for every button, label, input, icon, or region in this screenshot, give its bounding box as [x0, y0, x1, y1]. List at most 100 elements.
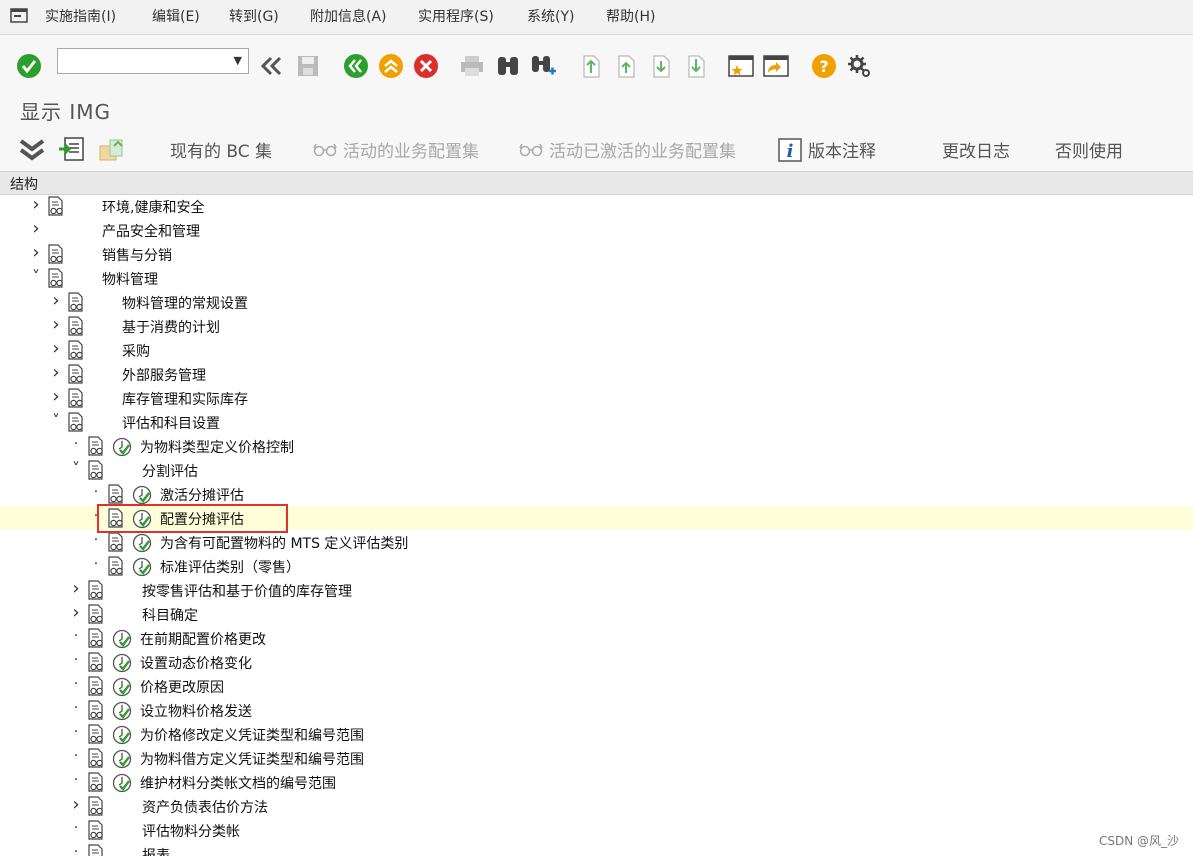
tree-node-label[interactable]: 评估和科目设置 — [122, 413, 220, 433]
documentation-icon[interactable] — [86, 604, 106, 624]
tree-node-label[interactable]: 设置动态价格变化 — [140, 653, 252, 673]
documentation-icon[interactable] — [66, 292, 86, 312]
menu-item-goto[interactable]: 转到(G) — [229, 6, 279, 26]
help-icon[interactable]: ? — [810, 52, 838, 80]
documentation-icon[interactable] — [66, 364, 86, 384]
documentation-icon[interactable] — [46, 196, 66, 216]
change-log-button[interactable]: 更改日志 — [942, 137, 1010, 162]
tree-node-label[interactable]: 价格更改原因 — [140, 677, 224, 697]
tree-row[interactable]: · 为含有可配置物料的 MTS 定义评估类别 — [0, 530, 1193, 554]
chevron-down-icon[interactable]: ˅ — [50, 411, 62, 430]
tree-node-label[interactable]: 为含有可配置物料的 MTS 定义评估类别 — [160, 533, 408, 553]
chevron-right-icon[interactable]: › — [70, 578, 82, 599]
tree-node-label[interactable]: 基于消费的计划 — [122, 317, 220, 337]
find-icon[interactable] — [494, 52, 522, 80]
activated-bc-sets-button[interactable]: 活动已激活的业务配置集 — [519, 137, 736, 162]
tree-row[interactable]: · 报表 — [0, 842, 1193, 856]
menu-item-implementation-guide[interactable]: 实施指南(I) — [45, 6, 116, 26]
exit-icon[interactable] — [377, 52, 405, 80]
tree-node-label[interactable]: 环境,健康和安全 — [102, 197, 204, 217]
documentation-icon[interactable] — [86, 796, 106, 816]
check-icon[interactable] — [15, 52, 43, 80]
menu-item-extras[interactable]: 附加信息(A) — [310, 6, 387, 26]
chevron-right-icon[interactable]: › — [50, 362, 62, 383]
tree-node-label[interactable]: 分割评估 — [142, 461, 198, 481]
expand-all-icon[interactable] — [18, 137, 46, 163]
chevron-right-icon[interactable]: › — [50, 290, 62, 311]
tree-node-label[interactable]: 在前期配置价格更改 — [140, 629, 266, 649]
chevron-right-icon[interactable]: › — [30, 242, 42, 263]
tree-row[interactable]: · 价格更改原因 — [0, 674, 1193, 698]
documentation-icon[interactable] — [86, 844, 106, 856]
tree-node-label[interactable]: 物料管理的常规设置 — [122, 293, 248, 313]
existing-bc-sets-button[interactable]: 现有的 BC 集 — [170, 137, 272, 162]
documentation-icon[interactable] — [86, 436, 106, 456]
app-menu-icon[interactable] — [10, 8, 30, 24]
transport-icon[interactable] — [98, 136, 126, 162]
tree-row[interactable]: ˅ 评估和科目设置 — [0, 410, 1193, 434]
tree-row[interactable]: · 激活分摊评估 — [0, 482, 1193, 506]
tree-node-label[interactable]: 为价格修改定义凭证类型和编号范围 — [140, 725, 364, 745]
tree-node-label[interactable]: 设立物料价格发送 — [140, 701, 252, 721]
last-page-icon[interactable] — [682, 52, 710, 80]
release-notes-button[interactable]: i 版本注释 — [778, 137, 876, 162]
tree-row[interactable]: › 资产负债表估价方法 — [0, 794, 1193, 818]
execute-activity-icon[interactable] — [112, 653, 132, 673]
documentation-icon[interactable] — [86, 676, 106, 696]
active-bc-sets-button[interactable]: 活动的业务配置集 — [313, 137, 479, 162]
menu-item-system[interactable]: 系统(Y) — [527, 6, 574, 26]
tree-node-label[interactable]: 激活分摊评估 — [160, 485, 244, 505]
tree-node-label[interactable]: 产品安全和管理 — [102, 221, 200, 241]
documentation-icon[interactable] — [46, 268, 66, 288]
save-icon[interactable] — [294, 52, 322, 80]
documentation-icon[interactable] — [106, 556, 126, 576]
chevron-down-icon[interactable]: ▼ — [234, 54, 242, 67]
tree-row[interactable]: · 维护材料分类帐文档的编号范围 — [0, 770, 1193, 794]
chevron-down-icon[interactable]: ˅ — [70, 459, 82, 478]
documentation-icon[interactable] — [86, 652, 106, 672]
tree-row[interactable]: · 设立物料价格发送 — [0, 698, 1193, 722]
documentation-icon[interactable] — [106, 532, 126, 552]
execute-activity-icon[interactable] — [112, 629, 132, 649]
tree-row[interactable]: › 科目确定 — [0, 602, 1193, 626]
chevron-right-icon[interactable]: › — [50, 314, 62, 335]
documentation-icon[interactable] — [86, 628, 106, 648]
tree-node-label[interactable]: 库存管理和实际库存 — [122, 389, 248, 409]
tree-row[interactable]: ˅ 物料管理 — [0, 266, 1193, 290]
documentation-icon[interactable] — [86, 820, 106, 840]
tree-node-label[interactable]: 销售与分销 — [102, 245, 172, 265]
back-icon[interactable] — [342, 52, 370, 80]
documentation-icon[interactable] — [86, 748, 106, 768]
tree-row[interactable]: › 销售与分销 — [0, 242, 1193, 266]
documentation-icon[interactable] — [86, 460, 106, 480]
find-next-icon[interactable] — [529, 52, 557, 80]
tree-row[interactable]: › 基于消费的计划 — [0, 314, 1193, 338]
execute-activity-icon[interactable] — [112, 749, 132, 769]
new-session-icon[interactable] — [727, 52, 755, 80]
tree-node-label[interactable]: 维护材料分类帐文档的编号范围 — [140, 773, 336, 793]
chevron-down-icon[interactable]: ˅ — [30, 267, 42, 286]
execute-activity-icon[interactable] — [132, 557, 152, 577]
tree-node-label[interactable]: 物料管理 — [102, 269, 158, 289]
cancel-icon[interactable] — [412, 52, 440, 80]
tree-node-label[interactable]: 外部服务管理 — [122, 365, 206, 385]
chevron-right-icon[interactable]: › — [70, 602, 82, 623]
tree-row[interactable]: · 标准评估类别（零售） — [0, 554, 1193, 578]
execute-activity-icon[interactable] — [112, 773, 132, 793]
tree-row[interactable]: · 为物料借方定义凭证类型和编号范围 — [0, 746, 1193, 770]
back-double-icon[interactable] — [258, 52, 286, 80]
tree-row[interactable]: › 物料管理的常规设置 — [0, 290, 1193, 314]
execute-activity-icon[interactable] — [112, 701, 132, 721]
documentation-icon[interactable] — [86, 724, 106, 744]
tree-row[interactable]: · 设置动态价格变化 — [0, 650, 1193, 674]
tree-node-label[interactable]: 标准评估类别（零售） — [160, 557, 300, 577]
documentation-icon[interactable] — [66, 340, 86, 360]
menu-item-utilities[interactable]: 实用程序(S) — [418, 6, 494, 26]
tree-row[interactable]: › 库存管理和实际库存 — [0, 386, 1193, 410]
tree-node-label[interactable]: 报表 — [142, 845, 170, 856]
tree-node-label[interactable]: 按零售评估和基于价值的库存管理 — [142, 581, 352, 601]
tree-node-label[interactable]: 为物料借方定义凭证类型和编号范围 — [140, 749, 364, 769]
documentation-icon[interactable] — [66, 388, 86, 408]
menu-item-help[interactable]: 帮助(H) — [606, 6, 655, 26]
menu-item-edit[interactable]: 编辑(E) — [152, 6, 200, 26]
